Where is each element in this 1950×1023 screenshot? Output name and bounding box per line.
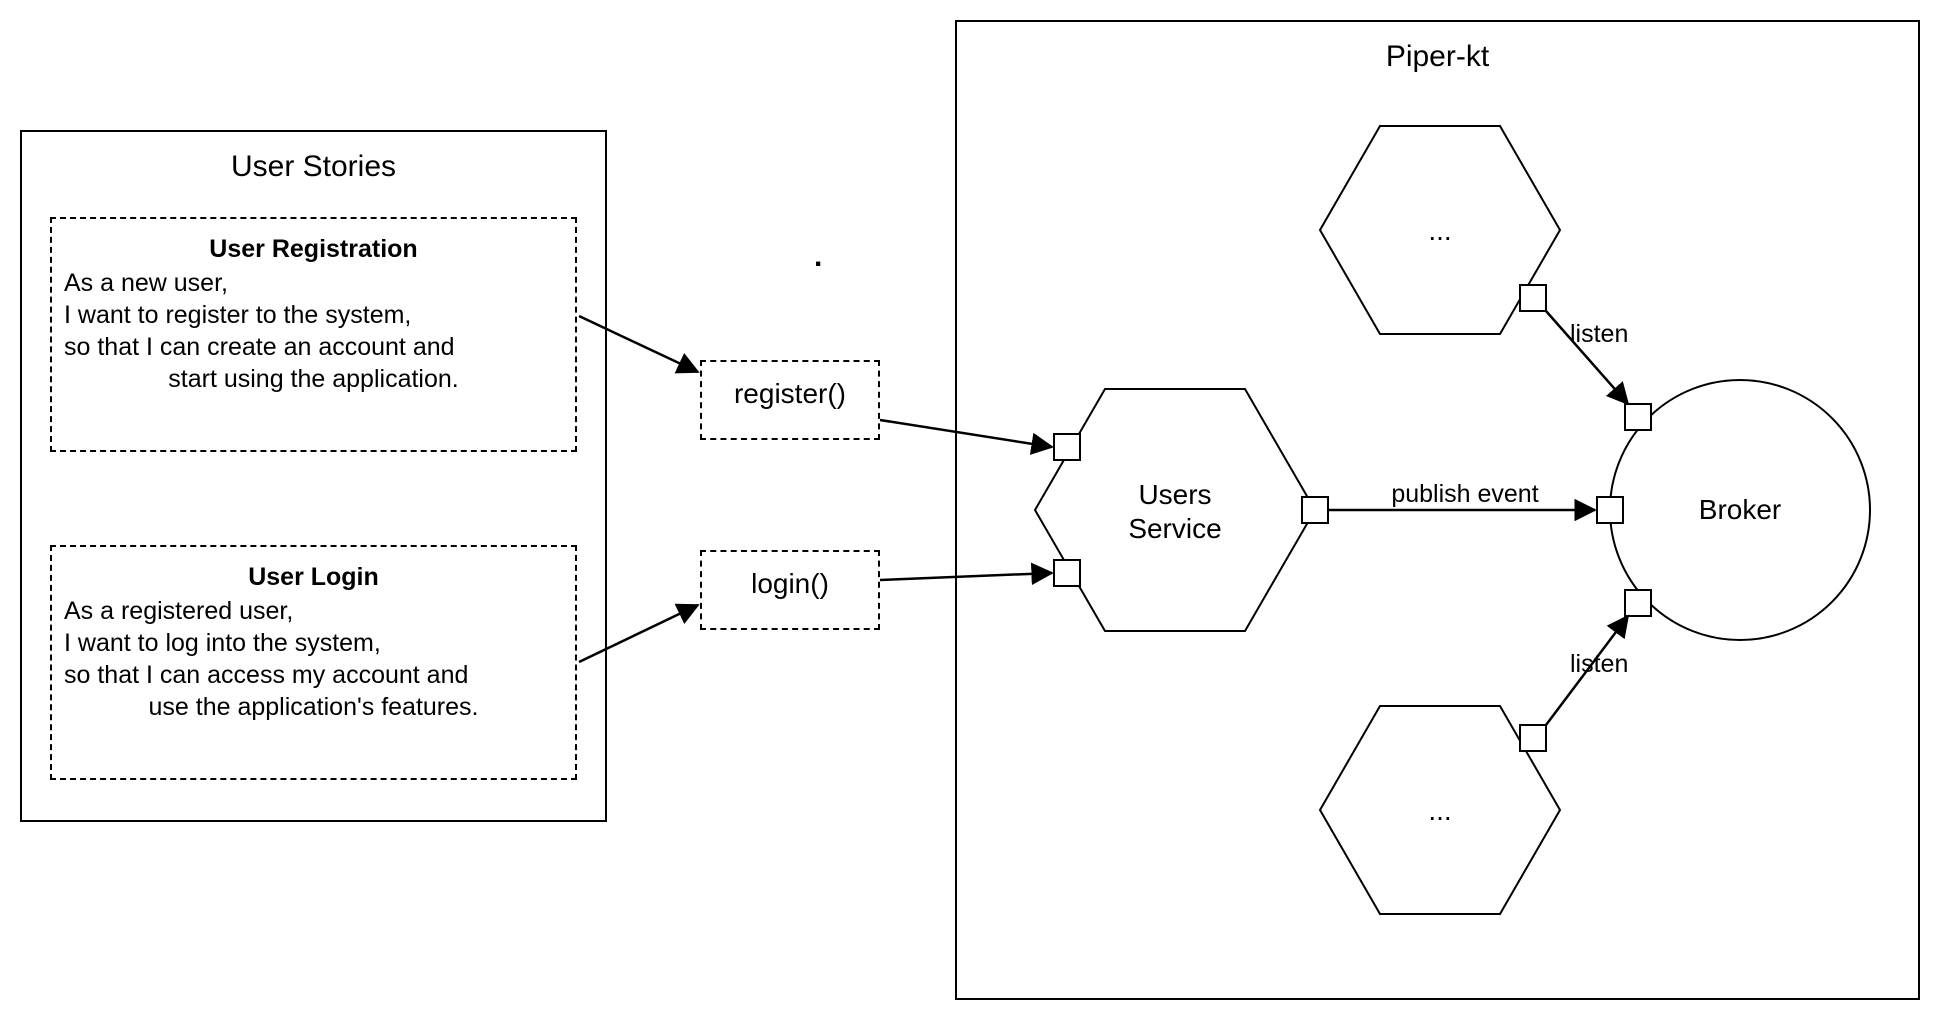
port-bottomhex [1520, 725, 1546, 751]
arrow-login-to-login [579, 605, 698, 662]
port-tophex [1520, 285, 1546, 311]
top-hex-dots: ... [1400, 215, 1480, 247]
bottom-hex-dots: ... [1400, 795, 1480, 827]
arrow-login-to-service [880, 573, 1052, 580]
port-users-right [1302, 497, 1328, 523]
port-users-left-lower [1054, 560, 1080, 586]
port-broker-lower [1625, 590, 1651, 616]
port-broker-upper [1625, 404, 1651, 430]
arrow-registration-to-register [579, 316, 698, 372]
diagram-canvas: { "userStories": { "panelTitle": "User S… [0, 0, 1950, 1023]
diagram-svg [0, 0, 1950, 1023]
users-service-label: Users Service [1095, 478, 1255, 545]
broker-label: Broker [1670, 494, 1810, 526]
port-users-left-upper [1054, 434, 1080, 460]
port-broker-left [1597, 497, 1623, 523]
listen-top-label: listen [1570, 320, 1628, 349]
publish-event-label: publish event [1350, 480, 1580, 509]
arrow-register-to-service [880, 420, 1052, 447]
listen-bottom-label: listen [1570, 650, 1628, 679]
